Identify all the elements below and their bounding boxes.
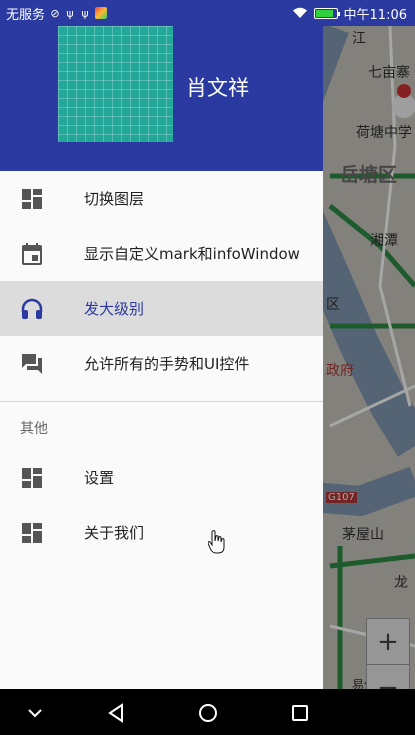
usb-debug-icon: ψ bbox=[81, 6, 89, 20]
drawer-header: 肖文祥 bbox=[0, 26, 323, 171]
recents-icon[interactable] bbox=[288, 701, 312, 725]
battery-icon bbox=[313, 7, 340, 19]
carrier-text: 无服务 bbox=[6, 7, 46, 23]
menu-item-label: 允许所有的手势和UI控件 bbox=[84, 355, 250, 373]
headphones-icon bbox=[21, 298, 43, 319]
system-nav-bar bbox=[0, 689, 415, 735]
username: 肖文祥 bbox=[186, 76, 249, 100]
menu-item-label: 切换图层 bbox=[84, 190, 145, 208]
back-icon[interactable] bbox=[104, 701, 128, 725]
menu-item-label: 设置 bbox=[84, 469, 115, 487]
hand-cursor-icon bbox=[208, 530, 225, 554]
clock: 中午11:06 bbox=[343, 7, 407, 23]
calendar-icon bbox=[22, 242, 42, 265]
menu-item-about[interactable]: 关于我们 bbox=[0, 505, 323, 560]
menu-item-label: 发大级别 bbox=[84, 300, 145, 318]
home-icon[interactable] bbox=[196, 701, 220, 725]
status-bar: 无服务 ⊘ ψ ψ 中午11:06 bbox=[0, 0, 415, 26]
dashboard-icon bbox=[22, 522, 42, 543]
avatar[interactable] bbox=[58, 26, 173, 142]
menu-item-zoom-level[interactable]: 发大级别 bbox=[0, 281, 323, 336]
battery-fill bbox=[315, 9, 333, 17]
app-notification-icon bbox=[95, 7, 108, 19]
menu-item-custom-marker[interactable]: 显示自定义mark和infoWindow bbox=[0, 226, 323, 281]
hide-nav-icon[interactable] bbox=[23, 701, 47, 725]
forum-icon bbox=[22, 353, 42, 374]
no-sim-icon: ⊘ bbox=[50, 6, 60, 20]
wifi-icon bbox=[292, 7, 307, 18]
usb-icon: ψ bbox=[66, 6, 74, 20]
menu-item-gestures[interactable]: 允许所有的手势和UI控件 bbox=[0, 336, 323, 391]
dashboard-icon bbox=[22, 188, 42, 209]
divider bbox=[0, 401, 323, 402]
menu-item-label: 显示自定义mark和infoWindow bbox=[84, 245, 300, 263]
section-title-other: 其他 bbox=[20, 421, 48, 437]
navigation-drawer: 肖文祥 切换图层 显示自定义mark和infoWindow 发大级别 允许所有的… bbox=[0, 26, 323, 689]
menu-item-switch-layer[interactable]: 切换图层 bbox=[0, 171, 323, 226]
menu-item-settings[interactable]: 设置 bbox=[0, 450, 323, 505]
menu-item-label: 关于我们 bbox=[84, 524, 145, 542]
dashboard-icon bbox=[22, 467, 42, 488]
